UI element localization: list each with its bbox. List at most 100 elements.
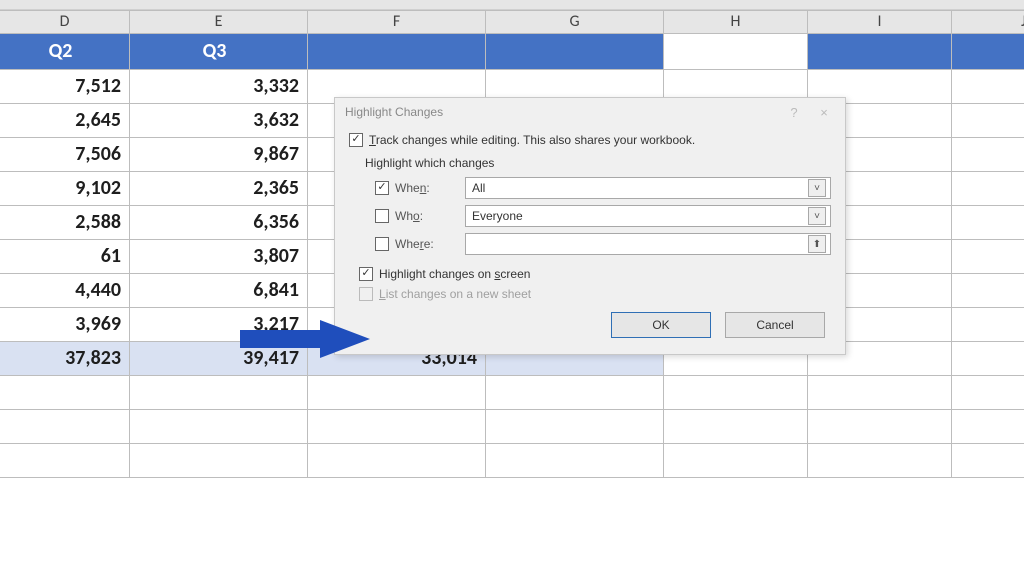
cell[interactable]: [0, 376, 130, 410]
cell[interactable]: [664, 410, 808, 444]
cell[interactable]: [952, 274, 1024, 308]
where-label: Where:: [395, 237, 434, 251]
cell[interactable]: 3,807: [130, 240, 308, 274]
total-cell[interactable]: 39,417: [130, 342, 308, 376]
cell[interactable]: [808, 34, 952, 70]
where-input[interactable]: ⬆: [465, 233, 831, 255]
header-cell-Q3[interactable]: Q3: [130, 34, 308, 70]
cell[interactable]: 3,217: [130, 308, 308, 342]
header-cell[interactable]: [308, 34, 486, 70]
cell[interactable]: 2,588: [0, 206, 130, 240]
cell[interactable]: [808, 410, 952, 444]
cell[interactable]: [952, 34, 1024, 70]
cell[interactable]: 9,102: [0, 172, 130, 206]
cell[interactable]: 7,506: [0, 138, 130, 172]
highlight-on-screen-option[interactable]: ✓ Highlight changes on screen: [349, 264, 831, 284]
cell[interactable]: [130, 410, 308, 444]
col-header-F[interactable]: F: [308, 11, 486, 33]
cell[interactable]: [952, 206, 1024, 240]
header-cell[interactable]: [486, 34, 664, 70]
highlight-changes-dialog: Highlight Changes ? × ✓ Track changes wh…: [334, 97, 846, 355]
table-row: [0, 410, 1024, 444]
ok-button[interactable]: OK: [611, 312, 711, 338]
dialog-titlebar[interactable]: Highlight Changes ? ×: [335, 98, 845, 126]
help-button[interactable]: ?: [779, 105, 809, 120]
cell[interactable]: 3,632: [130, 104, 308, 138]
total-cell[interactable]: 37,823: [0, 342, 130, 376]
header-cell-Q2[interactable]: Q2: [0, 34, 130, 70]
dialog-buttons: OK Cancel: [349, 304, 831, 342]
cell[interactable]: 2,365: [130, 172, 308, 206]
track-changes-option[interactable]: ✓ Track changes while editing. This also…: [349, 130, 831, 150]
cell[interactable]: 3,332: [130, 70, 308, 104]
who-checkbox[interactable]: [375, 209, 389, 223]
cell[interactable]: [808, 376, 952, 410]
chevron-down-icon[interactable]: ˅: [808, 179, 826, 197]
cell[interactable]: [952, 444, 1024, 478]
close-button[interactable]: ×: [809, 105, 839, 120]
when-checkbox[interactable]: ✓: [375, 181, 389, 195]
cell[interactable]: [130, 444, 308, 478]
list-on-new-sheet-checkbox: [359, 287, 373, 301]
cell[interactable]: 9,867: [130, 138, 308, 172]
where-row: Where: ⬆: [375, 230, 831, 258]
col-header-E[interactable]: E: [130, 11, 308, 33]
cell[interactable]: [952, 410, 1024, 444]
cell[interactable]: [486, 410, 664, 444]
cell[interactable]: [664, 376, 808, 410]
cell[interactable]: [952, 172, 1024, 206]
cell[interactable]: [308, 410, 486, 444]
cell[interactable]: 6,841: [130, 274, 308, 308]
when-row: ✓ When: All ˅: [375, 174, 831, 202]
list-on-new-sheet-option: List changes on a new sheet: [349, 284, 831, 304]
col-header-I[interactable]: I: [808, 11, 952, 33]
col-header-J[interactable]: J: [952, 11, 1024, 33]
col-header-H[interactable]: H: [664, 11, 808, 33]
col-header-D[interactable]: D: [0, 11, 130, 33]
dialog-title: Highlight Changes: [345, 105, 779, 119]
who-combo[interactable]: Everyone ˅: [465, 205, 831, 227]
track-changes-checkbox[interactable]: ✓: [349, 133, 363, 147]
cell[interactable]: [486, 376, 664, 410]
cell[interactable]: [952, 138, 1024, 172]
cell[interactable]: [952, 240, 1024, 274]
track-changes-label: Track changes while editing. This also s…: [369, 133, 695, 147]
who-label: Who:: [395, 209, 423, 223]
cell[interactable]: [130, 376, 308, 410]
cell[interactable]: 6,356: [130, 206, 308, 240]
col-header-G[interactable]: G: [486, 11, 664, 33]
table-row: [0, 444, 1024, 478]
table-row: [0, 376, 1024, 410]
cell[interactable]: 2,645: [0, 104, 130, 138]
when-label: When:: [395, 181, 430, 195]
cell[interactable]: [664, 34, 808, 70]
cell[interactable]: [952, 70, 1024, 104]
highlight-on-screen-checkbox[interactable]: ✓: [359, 267, 373, 281]
cell[interactable]: [664, 444, 808, 478]
cell[interactable]: [952, 308, 1024, 342]
cell[interactable]: [808, 444, 952, 478]
cell[interactable]: [952, 376, 1024, 410]
cell[interactable]: [952, 104, 1024, 138]
when-combo[interactable]: All ˅: [465, 177, 831, 199]
column-headers: D E F G H I J: [0, 10, 1024, 34]
cell[interactable]: [308, 444, 486, 478]
range-picker-icon[interactable]: ⬆: [808, 235, 826, 253]
cell[interactable]: [486, 444, 664, 478]
dialog-body: ✓ Track changes while editing. This also…: [335, 126, 845, 354]
cell[interactable]: 7,512: [0, 70, 130, 104]
cell[interactable]: [952, 342, 1024, 376]
cell[interactable]: 4,440: [0, 274, 130, 308]
chevron-down-icon[interactable]: ˅: [808, 207, 826, 225]
highlight-which-label: Highlight which changes: [349, 150, 831, 174]
cell[interactable]: 3,969: [0, 308, 130, 342]
highlight-on-screen-label: Highlight changes on screen: [379, 267, 530, 281]
highlight-options: ✓ When: All ˅ Who: Everyone ˅: [349, 174, 831, 258]
cell[interactable]: [308, 376, 486, 410]
cell[interactable]: 61: [0, 240, 130, 274]
when-value: All: [472, 181, 485, 195]
where-checkbox[interactable]: [375, 237, 389, 251]
cell[interactable]: [0, 410, 130, 444]
cell[interactable]: [0, 444, 130, 478]
cancel-button[interactable]: Cancel: [725, 312, 825, 338]
